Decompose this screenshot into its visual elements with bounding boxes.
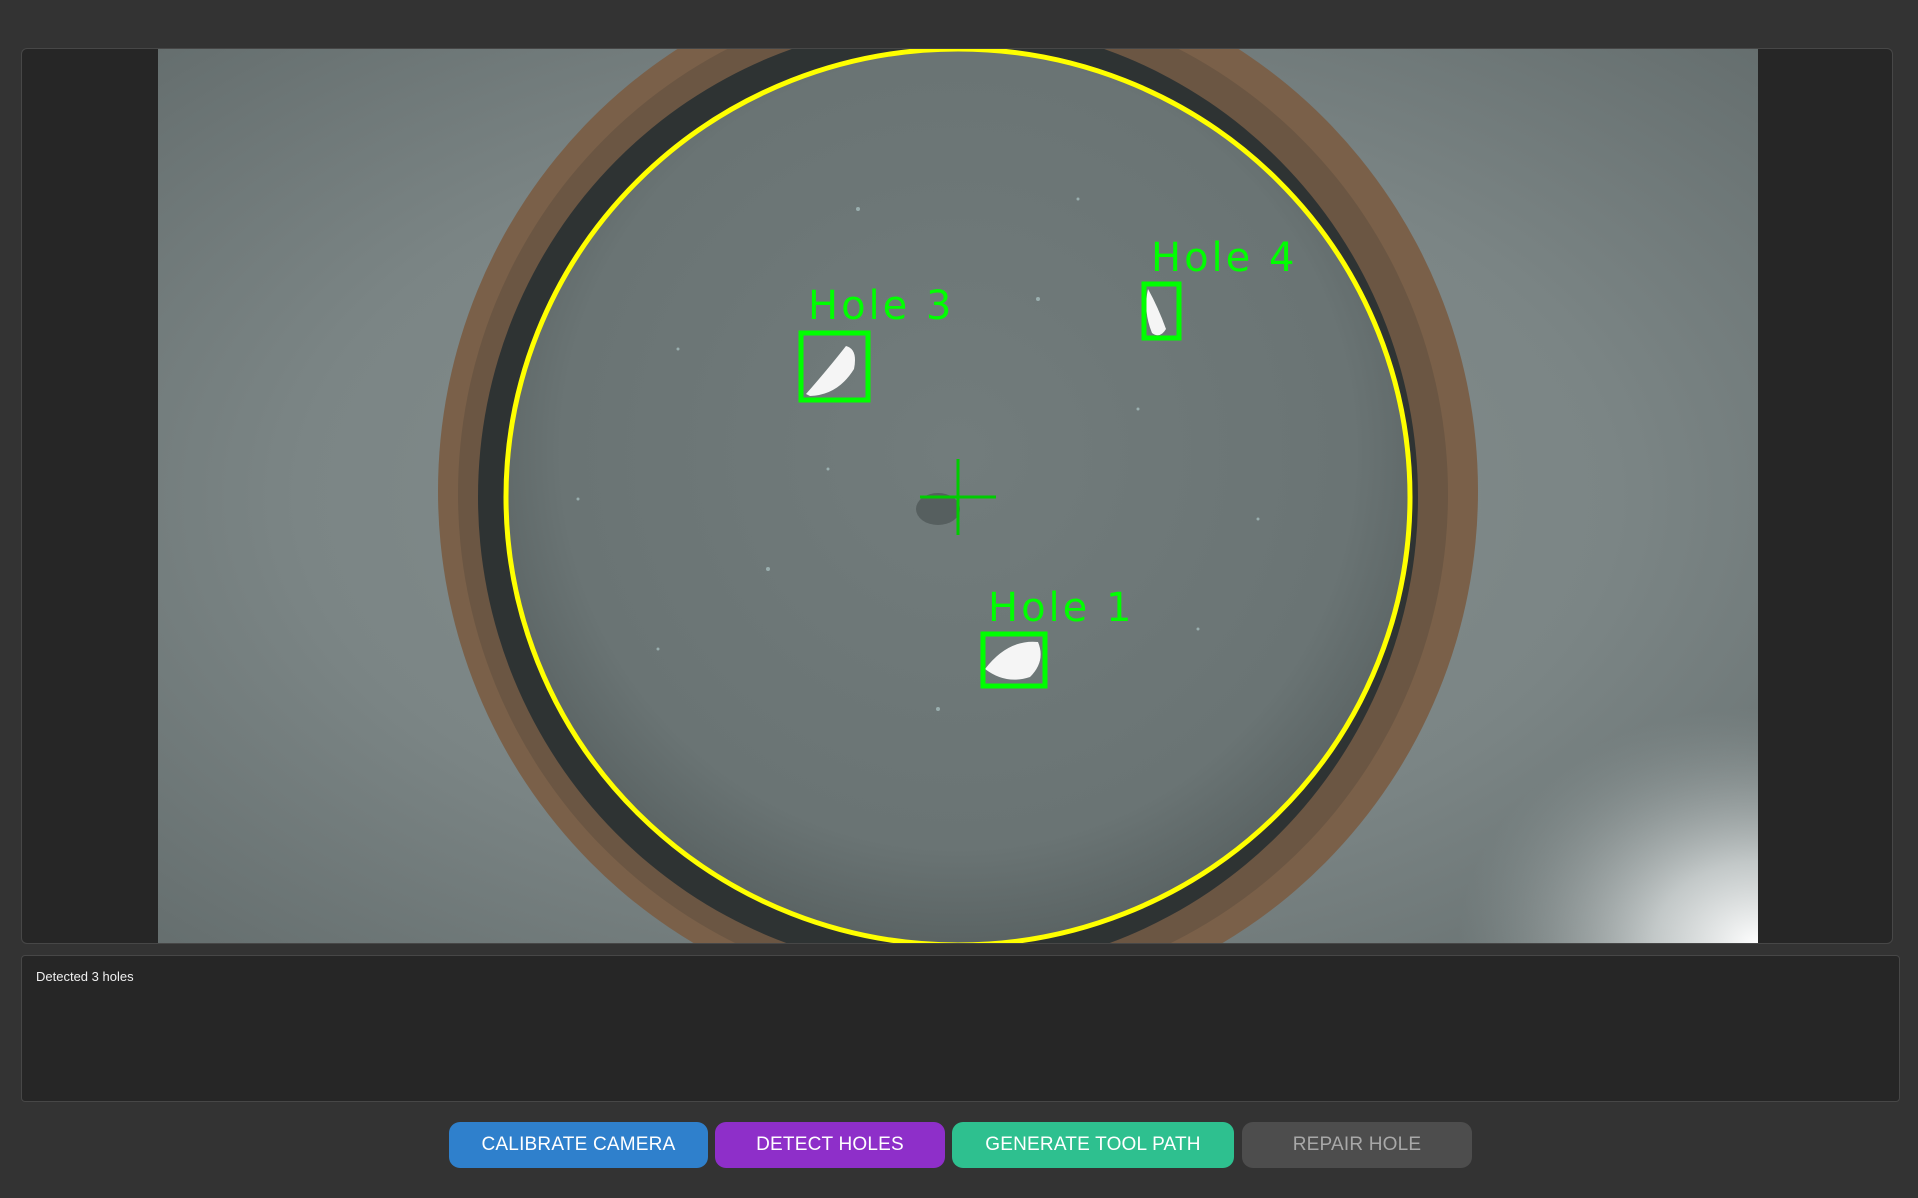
camera-view-panel: Hole 3 Hole 4 Hole 1 bbox=[21, 48, 1893, 944]
app-window: Hole 3 Hole 4 Hole 1 Detected 3 holes CA… bbox=[0, 0, 1918, 1198]
status-log-panel: Detected 3 holes bbox=[21, 955, 1900, 1102]
detect-holes-button[interactable]: DETECT HOLES bbox=[715, 1122, 945, 1168]
repair-hole-button[interactable]: REPAIR HOLE bbox=[1242, 1122, 1472, 1168]
generate-tool-path-button[interactable]: GENERATE TOOL PATH bbox=[952, 1122, 1234, 1168]
calibrate-camera-button[interactable]: CALIBRATE CAMERA bbox=[449, 1122, 708, 1168]
log-message: Detected 3 holes bbox=[36, 969, 134, 984]
action-toolbar: CALIBRATE CAMERA DETECT HOLES GENERATE T… bbox=[0, 1122, 1918, 1168]
hole-label: Hole 4 bbox=[1151, 235, 1297, 281]
camera-feed-image: Hole 3 Hole 4 Hole 1 bbox=[158, 49, 1758, 943]
hole-label: Hole 1 bbox=[988, 585, 1134, 631]
hole-label: Hole 3 bbox=[808, 283, 954, 329]
